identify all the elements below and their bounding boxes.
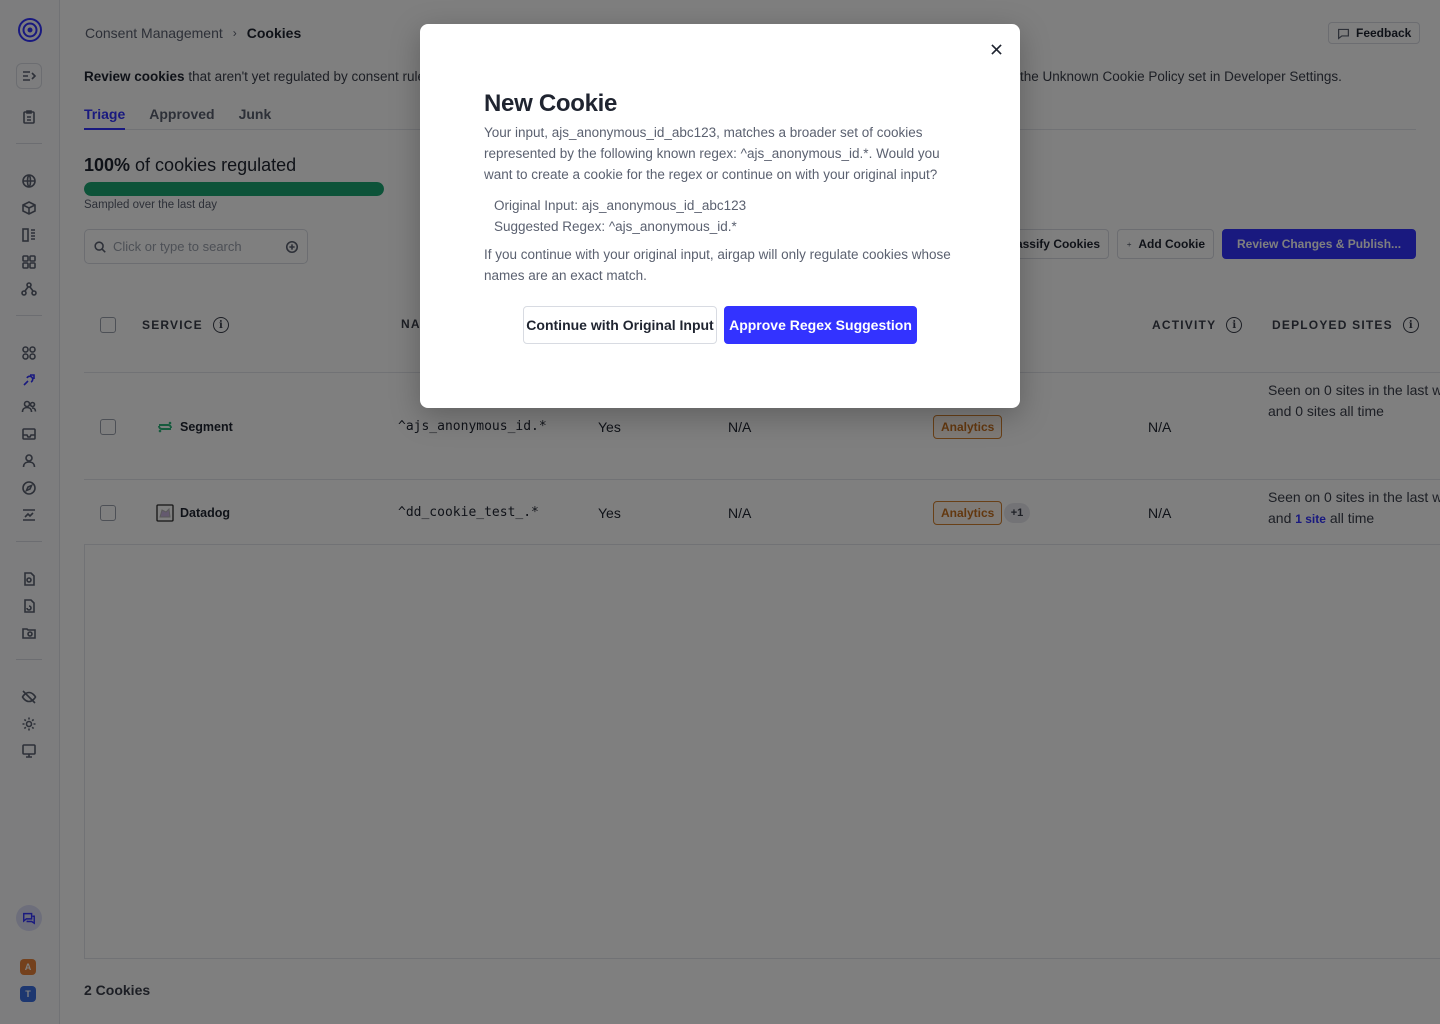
original-input-text: Original Input: ajs_anonymous_id_abc123 xyxy=(494,198,747,213)
approve-regex-button[interactable]: Approve Regex Suggestion xyxy=(724,306,917,344)
modal-footnote: If you continue with your original input… xyxy=(484,247,951,283)
modal-details: Original Input: ajs_anonymous_id_abc123 … xyxy=(494,195,746,237)
continue-original-button[interactable]: Continue with Original Input xyxy=(523,306,717,344)
suggested-regex-text: Suggested Regex: ^ajs_anonymous_id.* xyxy=(494,219,737,234)
modal-body: Your input, ajs_anonymous_id_abc123, mat… xyxy=(484,125,940,182)
new-cookie-modal: New Cookie Your input, ajs_anonymous_id_… xyxy=(420,24,1020,408)
close-icon[interactable] xyxy=(987,40,1005,58)
modal-title: New Cookie xyxy=(484,90,618,117)
